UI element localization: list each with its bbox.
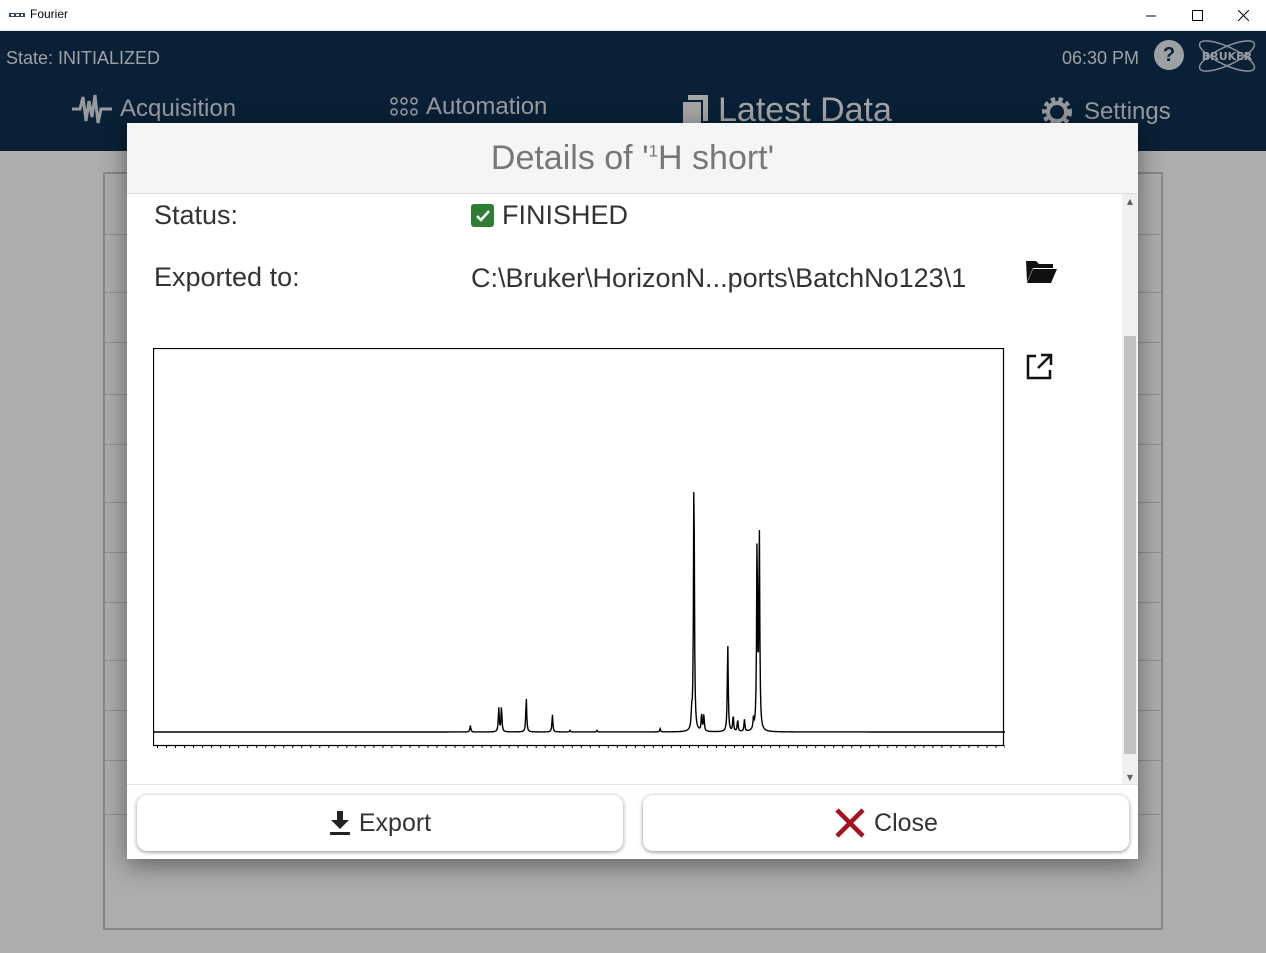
folder-open-icon (1026, 261, 1057, 283)
exported-label: Exported to: (154, 262, 300, 292)
status-text: FINISHED (502, 200, 629, 230)
spectrum-line (153, 492, 1005, 733)
status-label: Status: (154, 200, 239, 230)
scrollbar-thumb[interactable] (1124, 336, 1136, 754)
open-external-icon (1026, 353, 1053, 380)
nmr-spectrum-chart: 14131211109876543210-1-2-3 ppm (153, 348, 1005, 748)
window-titlebar: Fourier (0, 0, 1266, 31)
app-icon (9, 13, 25, 17)
details-dialog: Details of '1H short' Status: FINISHED E… (127, 123, 1138, 859)
dialog-header: Details of '1H short' (127, 123, 1138, 194)
dialog-scrollbar[interactable]: ▲ ▼ (1122, 194, 1138, 784)
close-icon (1237, 10, 1249, 21)
minimize-button[interactable] (1128, 0, 1174, 31)
close-x-icon (835, 808, 865, 838)
open-external-button[interactable] (1024, 352, 1054, 382)
export-button-label: Export (358, 808, 432, 837)
maximize-icon (1191, 10, 1203, 21)
check-icon (471, 204, 494, 227)
dialog-title: Details of '1H short' (490, 139, 775, 177)
dialog-footer: Export Close (127, 784, 1138, 859)
window-title: Fourier (30, 7, 69, 21)
plot-frame (153, 348, 1005, 747)
scroll-down-arrow[interactable]: ▼ (1122, 770, 1138, 784)
close-button[interactable]: Close (643, 795, 1129, 851)
maximize-button[interactable] (1174, 0, 1220, 31)
download-icon (329, 811, 350, 835)
close-button-label: Close (874, 808, 938, 837)
open-folder-button[interactable] (1024, 256, 1058, 286)
minimize-icon (1145, 15, 1156, 17)
exported-path: C:\Bruker\HorizonN...ports\BatchNo123\1 (471, 263, 967, 293)
dialog-body: Status: FINISHED Exported to: C:\Bruker\… (127, 194, 1138, 784)
export-button[interactable]: Export (137, 795, 623, 851)
window-close-button[interactable] (1220, 0, 1266, 31)
scroll-up-arrow[interactable]: ▲ (1122, 194, 1138, 208)
status-value: FINISHED (471, 200, 628, 231)
